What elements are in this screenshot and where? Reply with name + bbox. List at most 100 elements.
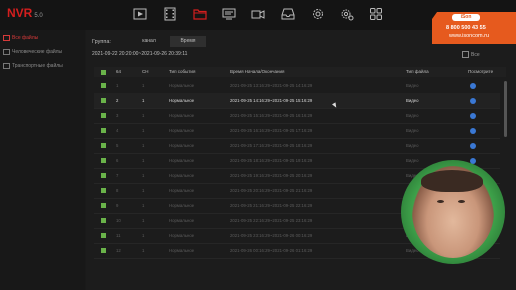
table-row[interactable]: 1 1 Нормальное 2021-09-25 13:16:29~2021-09-… [94,78,500,94]
select-all-checkbox[interactable] [101,69,106,75]
table-row[interactable]: 4 1 Нормальное 2021-09-25 16:16:29~2021-09-… [94,123,500,139]
cell-count: 12 [116,248,121,253]
cell-event-type: Нормальное [169,203,195,208]
person-icon [3,48,10,55]
camera-icon[interactable] [251,7,265,21]
film-icon[interactable] [163,7,177,21]
sidebar-item-human-files[interactable]: Человеческие файлы [3,48,62,56]
play-icon[interactable] [470,127,476,134]
cell-file-type: Видео [406,143,419,148]
sidebar: Все файлы Человеческие файлы Транспортны… [0,30,85,290]
sidebar-item-vehicle-files[interactable]: Транспортные файлы [3,62,63,70]
cell-ch: 1 [142,143,145,148]
row-checkbox[interactable] [101,158,106,163]
cell-ch: 1 [142,233,145,238]
cell-count: 10 [116,218,121,223]
header-time: Время Начала/Окончания [230,69,285,74]
cell-count: 1 [116,83,119,88]
header-file-type: Тип файла [406,69,429,74]
inbox-icon[interactable] [281,7,295,21]
cell-event-type: Нормальное [169,158,195,163]
cell-file-type: Видео [406,98,419,103]
table-row[interactable]: 5 1 Нормальное 2021-09-25 17:16:29~2021-09-… [94,138,500,154]
cell-event-type: Нормальное [169,248,195,253]
row-checkbox[interactable] [101,128,106,133]
table-row[interactable]: 3 1 Нормальное 2021-09-25 15:16:29~2021-09-… [94,108,500,124]
folder-icon[interactable] [193,7,207,21]
row-checkbox[interactable] [101,233,106,238]
cell-time: 2021-09-25 18:16:29~2021-09-25 19:16:29 [230,158,313,163]
cell-event-type: Нормальное [169,83,195,88]
webcam-hair [421,170,483,192]
row-checkbox[interactable] [101,173,106,178]
cell-count: 11 [116,233,121,238]
group-time-button[interactable]: Время [170,36,206,47]
checkbox-icon[interactable] [462,51,469,58]
cell-count: 7 [116,173,119,178]
cell-event-type: Нормальное [169,218,195,223]
settings-gear-icon[interactable] [340,7,354,21]
header-ch: CH [142,69,149,74]
row-checkbox[interactable] [101,188,106,193]
cell-count: 2 [116,98,119,103]
monitor-icon[interactable] [222,7,236,21]
cell-event-type: Нормальное [169,188,195,193]
cell-time: 2021-09-25 17:16:29~2021-09-25 18:16:29 [230,143,313,148]
cell-time: 2021-09-25 20:16:29~2021-09-25 21:16:29 [230,188,313,193]
select-all-right[interactable]: Все [462,51,480,58]
table-header: 64 CH Тип события Время Начала/Окончания… [94,67,506,77]
cell-event-type: Нормальное [169,128,195,133]
table-row[interactable]: 2 1 Нормальное 2021-09-25 14:16:29~2021-09-… [94,93,500,109]
play-icon[interactable] [470,142,476,149]
sidebar-item-all-files[interactable]: Все файлы [3,34,38,42]
webcam-eye-left [437,200,444,203]
scrollbar-thumb[interactable] [504,81,507,137]
brand-phone: 8 800 500 43 55 [446,25,486,31]
cell-event-type: Нормальное [169,233,195,238]
play-icon[interactable] [470,97,476,104]
folder-icon [3,34,10,41]
cell-ch: 1 [142,203,145,208]
cell-file-type: Видео [406,158,419,163]
cell-event-type: Нормальное [169,173,195,178]
cell-count: 3 [116,113,119,118]
row-checkbox[interactable] [101,98,106,103]
cell-time: 2021-09-25 22:16:29~2021-09-25 23:16:29 [230,218,313,223]
cell-event-type: Нормальное [169,113,195,118]
brand-site: www.isoncom.ru [449,33,490,39]
cell-time: 2021-09-25 16:16:29~2021-09-25 17:16:29 [230,128,313,133]
time-range-text: 2021-09-22 20:20:00~2021-09-26 20:39:11 [92,51,188,57]
cell-count: 4 [116,128,119,133]
cell-time: 2021-09-25 14:16:29~2021-09-25 15:16:29 [230,98,313,103]
cell-ch: 1 [142,83,145,88]
gear-icon[interactable] [311,7,325,21]
header-count: 64 [116,69,122,74]
row-checkbox[interactable] [101,113,106,118]
vehicle-icon [3,62,10,69]
cell-count: 8 [116,188,119,193]
group-label: Группа: [92,39,111,45]
cell-count: 9 [116,203,119,208]
webcam-eye-right [458,200,465,203]
row-checkbox[interactable] [101,218,106,223]
cell-file-type: Видео [406,113,419,118]
playback-icon[interactable] [133,7,147,21]
app-logo: NVR 5.0 [7,6,43,20]
row-checkbox[interactable] [101,83,106,88]
play-icon[interactable] [470,112,476,119]
cell-event-type: Нормальное [169,98,195,103]
cell-ch: 1 [142,128,145,133]
cell-time: 2021-09-25 21:16:29~2021-09-25 22:16:29 [230,203,313,208]
cell-time: 2021-09-26 00:16:29~2021-09-26 01:16:29 [230,248,313,253]
group-channel-button[interactable]: канал [130,36,168,47]
cell-file-type: Видео [406,128,419,133]
cell-ch: 1 [142,248,145,253]
brand-logo: iSon [452,14,480,21]
grid-icon[interactable] [369,7,383,21]
header-event-type: Тип события [169,69,196,74]
row-checkbox[interactable] [101,203,106,208]
row-checkbox[interactable] [101,143,106,148]
play-icon[interactable] [470,82,476,89]
row-checkbox[interactable] [101,248,106,253]
cell-time: 2021-09-25 23:16:29~2021-09-26 00:16:29 [230,233,313,238]
